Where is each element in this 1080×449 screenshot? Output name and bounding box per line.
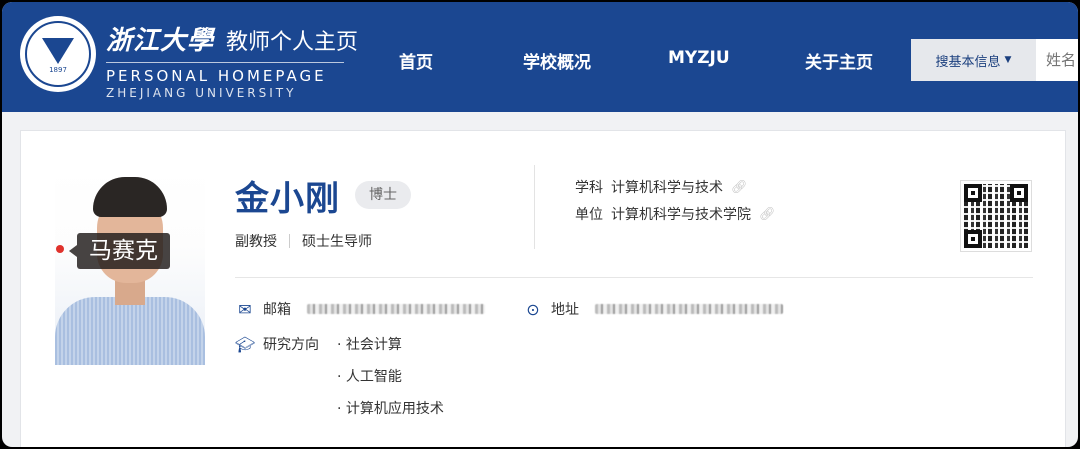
teacher-name: 金小刚	[235, 179, 340, 219]
subject-value[interactable]: 计算机科学与技术	[611, 177, 723, 197]
caret-down-icon: ▼	[1004, 55, 1012, 65]
nav-myzju[interactable]: MYZJU	[668, 48, 730, 68]
research-item: · 社会计算	[337, 337, 402, 353]
title-separator	[289, 234, 290, 248]
subject-label: 学科	[575, 180, 603, 196]
qr-corner	[964, 184, 982, 202]
title-master-supervisor: 硕士生导师	[302, 234, 372, 250]
unit-row: 单位 计算机科学与技术学院 🔗︎	[575, 204, 776, 224]
unit-value[interactable]: 计算机科学与技术学院	[611, 204, 751, 224]
titles-row: 副教授 硕士生导师	[235, 231, 372, 251]
address-value-blurred	[595, 304, 783, 314]
logo-text[interactable]: 浙江大學 教师个人主页 PERSONAL HOMEPAGE ZHEJIANG U…	[106, 20, 358, 100]
qr-corner	[964, 230, 982, 248]
vertical-divider	[534, 165, 535, 249]
search-scope-dropdown[interactable]: 搜基本信息 ▼	[911, 39, 1036, 81]
nav-home[interactable]: 首页	[399, 48, 433, 73]
nav-school-overview[interactable]: 学校概况	[523, 48, 591, 73]
seal-emblem-icon	[42, 38, 74, 64]
profile-card: 马赛克 金小刚 博士 副教授 硕士生导师 学科 计算机科学与技术 🔗︎ 单位 计…	[20, 130, 1066, 447]
horizontal-divider	[235, 277, 1033, 278]
logo-english-school: ZHEJIANG UNIVERSITY	[106, 86, 297, 100]
email-label: 邮箱	[263, 302, 291, 318]
seal-ring: 1897	[25, 21, 91, 87]
qr-code[interactable]	[961, 181, 1031, 251]
unit-label: 单位	[575, 207, 603, 223]
location-pin-icon: ⊙	[526, 299, 540, 319]
university-seal-logo[interactable]: 1897	[20, 16, 96, 92]
research-row: 🎓︎ 研究方向	[235, 334, 319, 354]
graduation-cap-icon: 🎓︎	[235, 334, 256, 354]
research-label: 研究方向	[263, 337, 319, 353]
email-value-blurred	[307, 304, 485, 314]
email-row: ✉ 邮箱	[235, 299, 485, 319]
logo-english-title: PERSONAL HOMEPAGE	[106, 67, 327, 85]
degree-badge: 博士	[355, 181, 411, 209]
link-icon[interactable]: 🔗︎	[759, 207, 776, 222]
mosaic-overlay-label: 马赛克	[69, 233, 170, 269]
link-icon[interactable]: 🔗︎	[731, 180, 748, 195]
research-item: · 计算机应用技术	[337, 401, 444, 417]
search-scope-label: 搜基本信息	[935, 54, 1001, 70]
red-dot-marker	[56, 245, 64, 253]
browser-frame: 1897 浙江大學 教师个人主页 PERSONAL HOMEPAGE ZHEJI…	[2, 2, 1078, 447]
address-label: 地址	[551, 302, 579, 318]
address-row: ⊙ 地址	[523, 299, 783, 319]
seal-year: 1897	[49, 66, 67, 74]
qr-corner	[1010, 184, 1028, 202]
research-item: · 人工智能	[337, 369, 402, 385]
logo-school-name: 浙江大學	[106, 26, 215, 56]
nav-about[interactable]: 关于主页	[805, 48, 873, 73]
subject-row: 学科 计算机科学与技术 🔗︎	[575, 177, 748, 197]
logo-site-title: 教师个人主页	[226, 30, 359, 55]
logo-divider	[106, 62, 344, 63]
title-associate-professor: 副教授	[235, 234, 277, 250]
site-header: 1897 浙江大學 教师个人主页 PERSONAL HOMEPAGE ZHEJI…	[2, 2, 1078, 112]
search-input[interactable]	[1036, 39, 1078, 81]
envelope-icon: ✉	[238, 299, 252, 319]
